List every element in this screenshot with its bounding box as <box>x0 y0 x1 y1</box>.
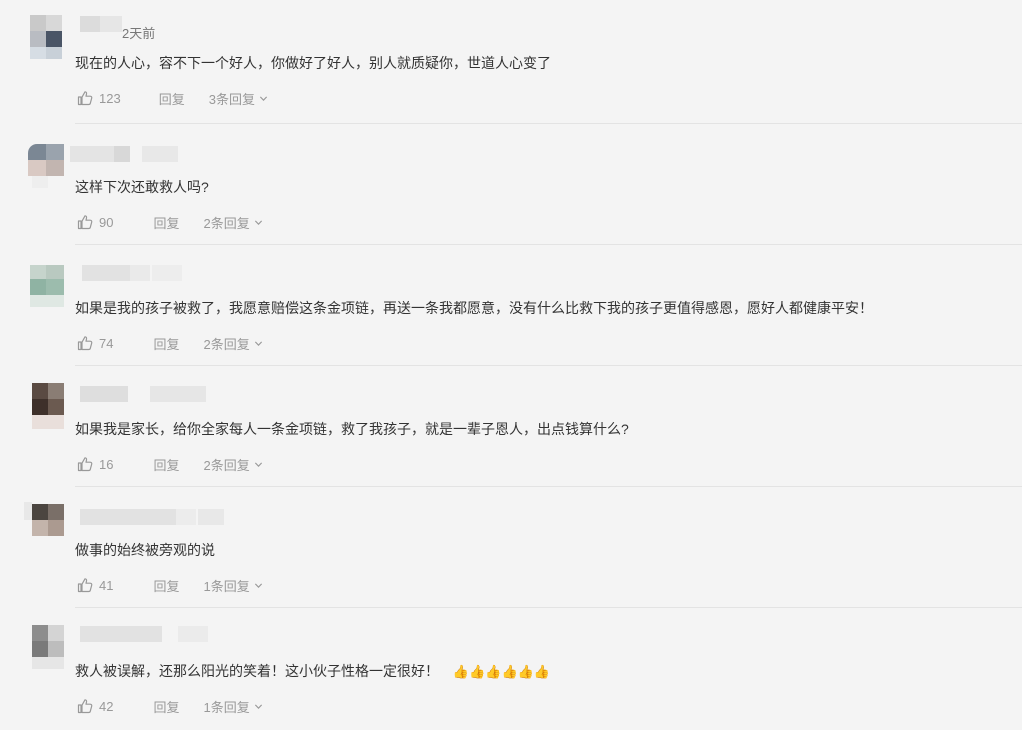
chevron-down-icon <box>254 461 262 467</box>
comment-text: 救人被误解，还那么阳光的笑着！这小伙子性格一定很好！ 👍👍👍👍👍👍 <box>75 662 550 681</box>
comment-actions: 16 回复 2条回复 <box>77 454 263 474</box>
comment-text: 这样下次还敢救人吗? <box>75 179 209 195</box>
like-count: 90 <box>99 214 114 230</box>
view-replies-button[interactable]: 2条回复 <box>203 334 262 353</box>
comment-text: 做事的始终被旁观的说 <box>75 542 215 558</box>
view-replies-button[interactable]: 3条回复 <box>209 89 268 108</box>
reply-button[interactable]: 回复 <box>153 213 179 232</box>
like-button[interactable]: 90 <box>77 214 113 230</box>
chevron-down-icon <box>254 340 262 346</box>
thumbs-up-emoji-group: 👍👍👍👍👍👍 <box>452 664 551 679</box>
view-replies-button[interactable]: 1条回复 <box>203 697 262 716</box>
comment-item: 如果是我的孩子被救了，我愿意赔偿这条金项链，再送一条我都愿意，没有什么比救下我的… <box>0 245 1022 366</box>
thumbs-up-icon <box>77 215 93 230</box>
comment-text: 如果是我的孩子被救了，我愿意赔偿这条金项链，再送一条我都愿意，没有什么比救下我的… <box>75 300 873 316</box>
like-count: 74 <box>99 335 114 351</box>
like-button[interactable]: 41 <box>77 577 113 593</box>
reply-button[interactable]: 回复 <box>153 576 179 595</box>
thumbs-up-icon <box>77 699 93 714</box>
like-count: 123 <box>99 90 121 106</box>
view-replies-button[interactable]: 1条回复 <box>203 576 262 595</box>
comment-text: 如果我是家长，给你全家每人一条金项链，救了我孩子，就是一辈子恩人，出点钱算什么? <box>75 421 629 437</box>
reply-button[interactable]: 回复 <box>159 89 185 108</box>
comment-time: 2天前 <box>122 26 156 41</box>
avatar[interactable] <box>18 15 66 59</box>
avatar[interactable] <box>18 625 66 669</box>
comment-item: 2天前 现在的人心，容不下一个好人，你做好了好人，别人就质疑你，世道人心变了 1… <box>0 0 1022 124</box>
comment-item: 这样下次还敢救人吗? 90 回复 2条回复 <box>0 124 1022 245</box>
like-button[interactable]: 16 <box>77 456 113 472</box>
avatar[interactable] <box>18 502 66 544</box>
replies-count-label: 1条回复 <box>203 699 250 715</box>
comment-actions: 42 回复 1条回复 <box>77 696 263 716</box>
reply-button[interactable]: 回复 <box>153 334 179 353</box>
replies-count-label: 2条回复 <box>203 215 250 231</box>
chevron-down-icon <box>254 703 262 709</box>
replies-count-label: 2条回复 <box>203 457 250 473</box>
like-button[interactable]: 74 <box>77 335 113 351</box>
replies-count-label: 1条回复 <box>203 578 250 594</box>
avatar[interactable] <box>18 144 66 188</box>
chevron-down-icon <box>254 219 262 225</box>
view-replies-button[interactable]: 2条回复 <box>203 213 262 232</box>
comment-actions: 74 回复 2条回复 <box>77 333 263 353</box>
thumbs-up-icon <box>77 336 93 351</box>
comment-list: 2天前 现在的人心，容不下一个好人，你做好了好人，别人就质疑你，世道人心变了 1… <box>0 0 1022 730</box>
comment-actions: 90 回复 2条回复 <box>77 212 263 232</box>
comment-actions: 41 回复 1条回复 <box>77 575 263 595</box>
thumbs-up-icon <box>77 457 93 472</box>
avatar[interactable] <box>18 383 66 429</box>
reply-button[interactable]: 回复 <box>153 697 179 716</box>
comment-actions: 123 回复 3条回复 <box>77 88 268 108</box>
comment-item: 如果我是家长，给你全家每人一条金项链，救了我孩子，就是一辈子恩人，出点钱算什么?… <box>0 366 1022 487</box>
reply-button[interactable]: 回复 <box>153 455 179 474</box>
like-button[interactable]: 123 <box>77 90 121 106</box>
comment-text: 现在的人心，容不下一个好人，你做好了好人，别人就质疑你，世道人心变了 <box>75 55 551 71</box>
comment-item: 救人被误解，还那么阳光的笑着！这小伙子性格一定很好！ 👍👍👍👍👍👍 42 回复 … <box>0 608 1022 729</box>
thumbs-up-icon <box>77 91 93 106</box>
comment-item: 做事的始终被旁观的说 41 回复 1条回复 <box>0 487 1022 608</box>
view-replies-button[interactable]: 2条回复 <box>203 455 262 474</box>
replies-count-label: 2条回复 <box>203 336 250 352</box>
like-count: 16 <box>99 456 114 472</box>
like-count: 41 <box>99 577 114 593</box>
like-count: 42 <box>99 698 114 714</box>
replies-count-label: 3条回复 <box>208 91 255 107</box>
like-button[interactable]: 42 <box>77 698 113 714</box>
thumbs-up-icon <box>77 578 93 593</box>
chevron-down-icon <box>259 95 268 101</box>
comment-text-body: 救人被误解，还那么阳光的笑着！这小伙子性格一定很好！ <box>75 663 439 679</box>
avatar[interactable] <box>18 265 66 307</box>
chevron-down-icon <box>254 582 262 588</box>
